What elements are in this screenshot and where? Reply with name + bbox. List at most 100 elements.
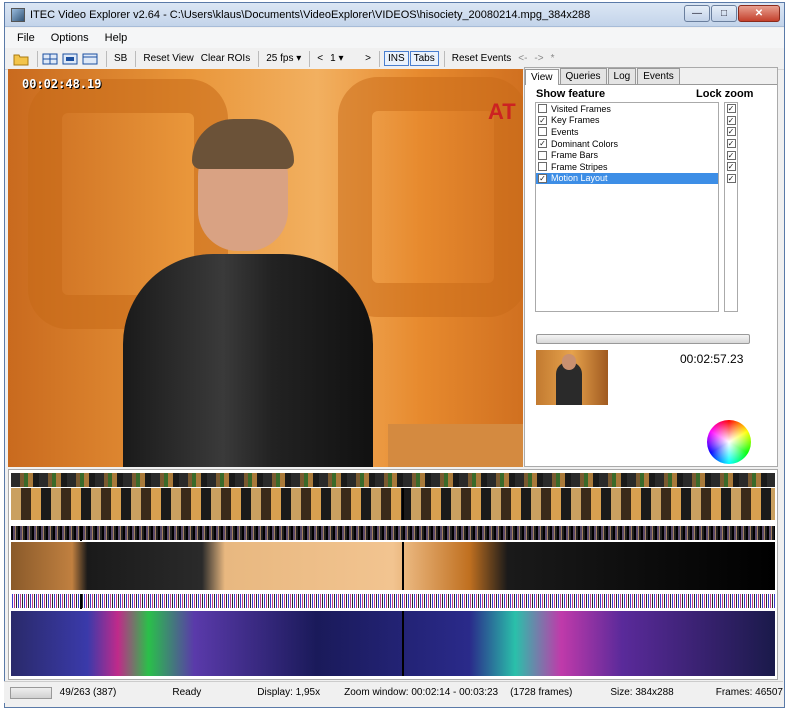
ins-toggle[interactable]: INS <box>383 51 409 66</box>
feature-row-dominant-colors[interactable]: ✓ Dominant Colors <box>536 138 718 150</box>
toolbar-separator <box>378 50 380 67</box>
lock-row: ✓ <box>725 126 737 138</box>
panel-tabs: View Queries Log Events <box>525 68 777 85</box>
timeline-cursor[interactable] <box>80 526 82 541</box>
motion-layout-strip[interactable] <box>11 611 775 676</box>
step-value: 1 <box>330 53 336 64</box>
feature-row-visited-frames[interactable]: Visited Frames <box>536 103 718 115</box>
status-state: Ready <box>172 687 202 698</box>
prev-button[interactable]: < <box>314 52 326 65</box>
lock-row: ✓ <box>725 149 737 161</box>
sb-button[interactable]: SB <box>111 52 130 65</box>
lock-checkbox[interactable]: ✓ <box>726 115 736 125</box>
title-bar: ITEC Video Explorer v2.64 - C:\Users\kla… <box>5 3 784 27</box>
feature-checkbox[interactable] <box>538 150 547 160</box>
maximize-button[interactable]: □ <box>711 5 737 22</box>
lock-row: ✓ <box>725 115 737 127</box>
lock-zoom-heading: Lock zoom <box>696 88 754 100</box>
feature-row-key-frames[interactable]: ✓ Key Frames <box>536 115 718 127</box>
lock-row: ✓ <box>725 173 737 185</box>
presenter-body <box>123 254 373 467</box>
toolbar-separator <box>37 50 38 67</box>
timeline-playhead[interactable] <box>402 611 404 676</box>
menu-options[interactable]: Options <box>43 32 97 44</box>
timeline-playhead[interactable] <box>402 542 404 590</box>
status-zoom-frames: (1728 frames) <box>510 687 573 698</box>
dominant-colors-strip[interactable] <box>11 542 775 590</box>
menu-file[interactable]: File <box>9 32 43 44</box>
star-button[interactable]: * <box>548 52 558 65</box>
toolbar-separator <box>258 50 260 67</box>
feature-label: Motion Layout <box>551 173 608 184</box>
feature-row-frame-stripes[interactable]: Frame Stripes <box>536 161 718 173</box>
studio-desk <box>388 424 523 467</box>
key-frames-strip[interactable] <box>11 488 775 520</box>
status-progress-bar <box>10 686 52 699</box>
status-size: Size: 384x288 <box>610 687 674 698</box>
show-feature-heading: Show feature <box>536 88 606 100</box>
toolbar-separator <box>135 50 137 67</box>
tab-view[interactable]: View <box>525 69 559 85</box>
toolbar-separator <box>309 50 311 67</box>
close-button[interactable]: ✕ <box>738 5 780 22</box>
frame-bars-strip[interactable] <box>11 594 775 608</box>
preview-timecode: 00:02:57.23 <box>680 352 744 366</box>
lock-checkbox[interactable]: ✓ <box>726 173 736 183</box>
fps-value: 25 fps <box>266 53 294 64</box>
lock-checkbox[interactable]: ✓ <box>726 162 736 172</box>
reset-events-button[interactable]: Reset Events <box>449 52 514 65</box>
feature-label: Frame Bars <box>551 150 599 161</box>
lock-zoom-list: ✓ ✓ ✓ ✓ ✓ ✓ ✓ <box>724 102 738 312</box>
app-icon <box>11 7 25 22</box>
window-title: ITEC Video Explorer v2.64 - C:\Users\kla… <box>30 8 591 21</box>
tab-events[interactable]: Events <box>637 68 680 84</box>
feature-checkbox[interactable] <box>538 162 547 172</box>
timeline-cursor[interactable] <box>80 594 82 609</box>
lock-checkbox[interactable]: ✓ <box>726 150 736 160</box>
feature-checkbox[interactable]: ✓ <box>538 139 547 149</box>
lock-checkbox[interactable]: ✓ <box>726 127 736 137</box>
clear-rois-button[interactable]: Clear ROIs <box>198 52 253 65</box>
lock-checkbox[interactable]: ✓ <box>726 104 736 114</box>
status-display: Display: 1,95x <box>257 687 321 698</box>
lock-row: ✓ <box>725 103 737 115</box>
next-button[interactable]: > <box>362 52 374 65</box>
color-wheel-icon[interactable] <box>707 420 751 464</box>
timeline-panel[interactable] <box>8 469 778 680</box>
layout-single-icon[interactable] <box>62 52 78 66</box>
status-frames: Frames: 46507 <box>715 687 783 698</box>
status-frames-visited: 49/263 (387) <box>59 687 117 698</box>
feature-checkbox[interactable]: ✓ <box>538 173 547 183</box>
feature-row-frame-bars[interactable]: Frame Bars <box>536 149 718 161</box>
open-folder-icon[interactable] <box>13 52 29 66</box>
feature-checkbox[interactable] <box>538 104 547 114</box>
feature-row-motion-layout[interactable]: ✓ Motion Layout <box>536 172 718 185</box>
layout-grid-icon[interactable] <box>42 52 58 66</box>
feature-row-events[interactable]: Events <box>536 126 718 138</box>
tab-queries[interactable]: Queries <box>559 68 607 84</box>
timeline-playhead[interactable] <box>402 488 404 520</box>
step-dropdown[interactable]: 1 ▾ <box>327 52 361 65</box>
lock-row: ✓ <box>725 138 737 150</box>
video-frame[interactable]: AT 00:02:48.19 <box>8 69 523 467</box>
feature-list: Visited Frames ✓ Key Frames Events ✓ Domin… <box>535 102 719 312</box>
layout-full-icon[interactable] <box>82 52 98 66</box>
lock-checkbox[interactable]: ✓ <box>726 139 736 149</box>
feature-checkbox[interactable] <box>538 127 547 137</box>
visited-frames-strip[interactable] <box>11 473 775 487</box>
fps-dropdown[interactable]: 25 fps ▾ <box>263 52 304 65</box>
tabs-toggle[interactable]: Tabs <box>409 51 439 66</box>
tab-log[interactable]: Log <box>607 68 637 84</box>
toolbar-separator <box>443 50 445 67</box>
lock-row: ✓ <box>725 161 737 173</box>
back-button[interactable]: <- <box>515 52 530 65</box>
feature-checkbox[interactable]: ✓ <box>538 115 547 125</box>
channel-logo: AT <box>488 99 516 124</box>
events-strip[interactable] <box>11 526 775 540</box>
forward-button[interactable]: -> <box>531 52 546 65</box>
menu-help[interactable]: Help <box>97 32 136 44</box>
reset-view-button[interactable]: Reset View <box>140 52 196 65</box>
menu-bar: File Options Help <box>5 28 784 48</box>
thumbnail-head <box>562 354 576 370</box>
minimize-button[interactable]: — <box>684 5 710 22</box>
